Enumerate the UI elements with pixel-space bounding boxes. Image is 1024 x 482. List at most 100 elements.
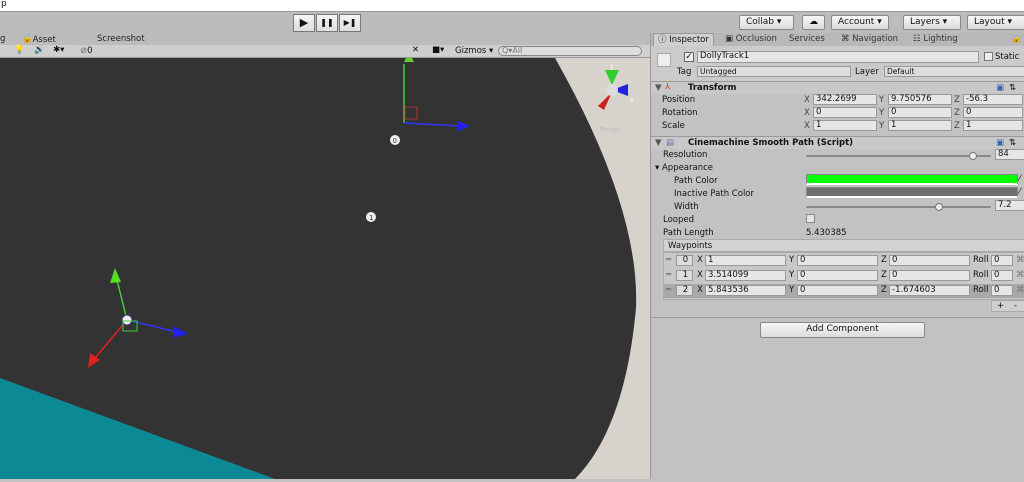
scene-search-input[interactable]: Q▾All: [498, 46, 642, 56]
drag-handle-icon[interactable]: ═: [666, 270, 671, 280]
waypoint-row[interactable]: ═ 1 X 3.514099 Y 0 Z 0 Roll 0 ⌘: [664, 269, 1024, 283]
camera-icon[interactable]: ■▾: [432, 45, 444, 55]
scene-canvas[interactable]: 0 1 y x Persp: [0, 52, 650, 479]
drag-handle-icon[interactable]: ═: [666, 255, 671, 265]
foldout-arrow-icon[interactable]: ▼: [655, 83, 662, 93]
waypoint-x-input[interactable]: 1: [705, 255, 786, 266]
component-title: Transform: [688, 83, 737, 93]
waypoint-roll-input[interactable]: 0: [991, 285, 1013, 296]
resolution-slider[interactable]: [806, 152, 991, 160]
eyedropper-icon[interactable]: ⁄: [1019, 174, 1020, 184]
add-waypoint-button[interactable]: +: [997, 301, 1004, 311]
waypoint-z-input[interactable]: 0: [889, 270, 970, 281]
account-label: Account: [838, 17, 875, 27]
delete-waypoint-icon[interactable]: ⌘: [1016, 270, 1024, 280]
axis-x-label: X: [697, 285, 703, 295]
looped-checkbox[interactable]: [806, 214, 815, 223]
position-label: Position: [662, 95, 696, 105]
waypoint-z-input[interactable]: -1.674603: [889, 285, 970, 296]
hidden-objects-icon[interactable]: ⊘0: [80, 46, 93, 56]
waypoint-roll-input[interactable]: 0: [991, 270, 1013, 281]
tab-inspector[interactable]: ⓘ Inspector: [653, 33, 714, 46]
tools-icon[interactable]: ✕: [412, 45, 419, 55]
tab-screenshot[interactable]: Screenshot: [97, 34, 145, 44]
layout-dropdown[interactable]: Layout ▾: [967, 15, 1024, 30]
tab-asset-store[interactable]: 🔒 Asset Store: [22, 34, 56, 55]
tab-navigation[interactable]: ⌘ Navigation: [837, 33, 902, 46]
layout-label: Layout: [974, 17, 1005, 27]
active-checkbox[interactable]: ✓: [684, 52, 694, 62]
svg-text:Persp: Persp: [600, 126, 620, 134]
settings-icon[interactable]: ⇅: [1009, 83, 1016, 93]
eyedropper-icon[interactable]: ⁄: [1019, 187, 1020, 197]
waypoint-row[interactable]: ═ 2 X 5.843536 Y 0 Z -1.674603 Roll 0 ⌘: [664, 284, 1024, 298]
static-checkbox[interactable]: [984, 52, 993, 61]
waypoint-y-input[interactable]: 0: [797, 285, 878, 296]
play-button[interactable]: ▶: [293, 14, 315, 32]
width-input[interactable]: 7.2: [995, 200, 1024, 211]
cloud-button[interactable]: ☁: [802, 15, 825, 30]
resolution-input[interactable]: 84: [995, 149, 1024, 160]
account-dropdown[interactable]: Account ▾: [831, 15, 889, 30]
lock-icon[interactable]: 🔒: [1011, 34, 1022, 44]
tab-services[interactable]: Services: [785, 33, 829, 46]
help-icon[interactable]: ▣: [996, 138, 1004, 148]
layers-dropdown[interactable]: Layers ▾: [903, 15, 961, 30]
collab-button[interactable]: Collab ▾: [739, 15, 794, 30]
scale-y-input[interactable]: 1: [888, 120, 952, 131]
waypoint-x-input[interactable]: 3.514099: [705, 270, 786, 281]
waypoint-y-input[interactable]: 0: [797, 255, 878, 266]
waypoint-index-button[interactable]: 1: [676, 270, 693, 281]
scene-view[interactable]: 0 1 y x Persp: [0, 52, 650, 479]
step-button[interactable]: ▶❚: [339, 14, 361, 32]
smooth-path-header[interactable]: ▼ ▤ Cinemachine Smooth Path (Script) ▣ ⇅: [651, 136, 1024, 149]
scale-z-input[interactable]: 1: [963, 120, 1023, 131]
position-x-input[interactable]: 342.2699: [813, 94, 877, 105]
help-icon[interactable]: ▣: [996, 83, 1004, 93]
object-name-input[interactable]: DollyTrack1: [697, 51, 979, 63]
path-color-swatch[interactable]: [806, 174, 1018, 185]
slider-knob[interactable]: [935, 203, 944, 211]
foldout-arrow-icon[interactable]: ▼: [655, 138, 662, 148]
tab-occlusion[interactable]: ▣ Occlusion: [721, 33, 781, 46]
scale-x-input[interactable]: 1: [813, 120, 877, 131]
settings-icon[interactable]: ⇅: [1009, 138, 1016, 148]
roll-label: Roll: [973, 285, 989, 295]
waypoint-z-input[interactable]: 0: [889, 255, 970, 266]
waypoint-index-button[interactable]: 2: [676, 285, 693, 296]
add-component-button[interactable]: Add Component: [760, 322, 925, 338]
gizmos-dropdown[interactable]: Gizmos ▾: [455, 46, 493, 56]
inspector-panel: ⓘ Inspector ▣ Occlusion Services ⌘ Navig…: [650, 33, 1024, 479]
waypoint-roll-input[interactable]: 0: [991, 255, 1013, 266]
slider-knob[interactable]: [968, 152, 977, 160]
tab-lighting[interactable]: ☷ Lighting: [909, 33, 962, 46]
rotation-x-input[interactable]: 0: [813, 107, 877, 118]
scene-toolbar: 💡 🔊 ✱▾ ⊘0 ✕ ■▾ Gizmos ▾ Q▾All: [0, 45, 650, 58]
position-z-input[interactable]: -56.3: [963, 94, 1023, 105]
drag-handle-icon[interactable]: ═: [666, 285, 671, 295]
axis-x-label: X: [804, 108, 810, 118]
delete-waypoint-icon[interactable]: ⌘: [1016, 255, 1024, 265]
appearance-foldout[interactable]: ▾ Appearance: [655, 163, 713, 173]
rotation-z-input[interactable]: 0: [963, 107, 1023, 118]
transform-header[interactable]: ▼ ⅄ Transform ▣ ⇅: [651, 81, 1024, 94]
audio-icon[interactable]: 🔊: [34, 45, 45, 55]
gizmos-label: Gizmos: [455, 46, 487, 56]
layer-dropdown[interactable]: Default: [884, 66, 1024, 77]
inactive-path-color-swatch[interactable]: [806, 187, 1018, 198]
pause-button[interactable]: ❚❚: [316, 14, 338, 32]
tab-game[interactable]: g: [0, 34, 5, 44]
light-icon[interactable]: 💡: [14, 45, 25, 55]
width-slider[interactable]: [806, 203, 991, 211]
tab-label: Lighting: [923, 34, 958, 44]
waypoint-x-input[interactable]: 5.843536: [705, 285, 786, 296]
rotation-y-input[interactable]: 0: [888, 107, 952, 118]
waypoint-y-input[interactable]: 0: [797, 270, 878, 281]
waypoint-row[interactable]: ═ 0 X 1 Y 0 Z 0 Roll 0 ⌘: [664, 254, 1024, 268]
effects-icon[interactable]: ✱▾: [53, 45, 64, 55]
waypoint-index-button[interactable]: 0: [676, 255, 693, 266]
position-y-input[interactable]: 9.750576: [888, 94, 952, 105]
remove-waypoint-button[interactable]: -: [1014, 301, 1017, 311]
delete-waypoint-icon[interactable]: ⌘: [1016, 285, 1024, 295]
tag-dropdown[interactable]: Untagged: [697, 66, 851, 77]
